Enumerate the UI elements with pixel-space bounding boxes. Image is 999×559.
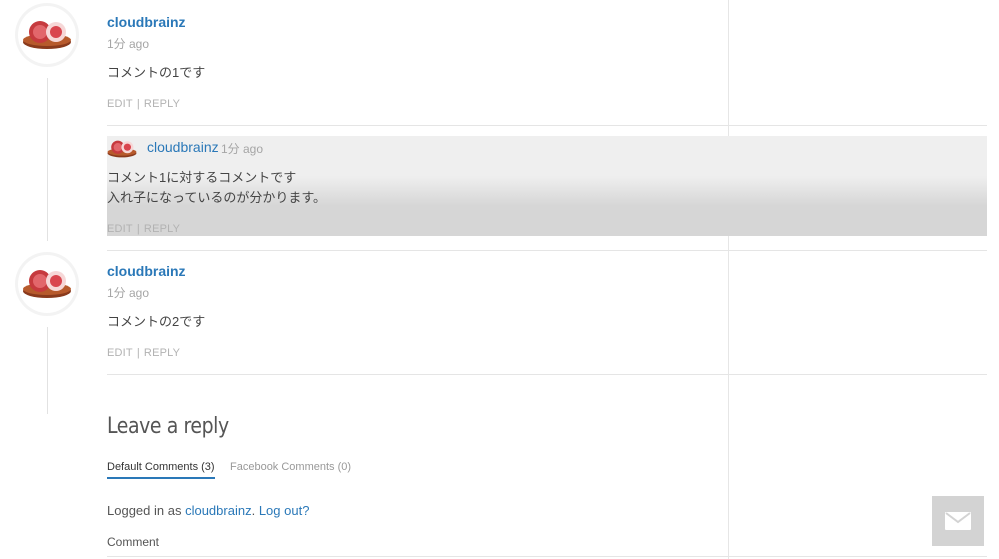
- tab-facebook-comments[interactable]: Facebook Comments (0): [230, 461, 351, 477]
- comment-text: コメントの1です: [107, 65, 206, 80]
- comment-field[interactable]: [107, 556, 987, 557]
- period: .: [251, 503, 256, 518]
- edit-link[interactable]: EDIT: [107, 223, 133, 235]
- logged-in-prefix: Logged in as: [107, 503, 182, 518]
- contact-button[interactable]: [932, 496, 984, 546]
- avatar: [18, 6, 76, 64]
- comment-actions: EDIT | REPLY: [107, 98, 180, 110]
- reply-link[interactable]: REPLY: [144, 223, 180, 235]
- comment-author-link[interactable]: cloudbrainz: [107, 263, 186, 279]
- strawberry-daifuku-icon: [107, 140, 137, 158]
- comment-author-link[interactable]: cloudbrainz: [107, 14, 186, 30]
- comment-time: 1分 ago: [107, 286, 150, 300]
- edit-link[interactable]: EDIT: [107, 347, 133, 359]
- column-divider: [728, 0, 729, 559]
- reply-link[interactable]: REPLY: [144, 347, 180, 359]
- comment-actions: EDIT | REPLY: [107, 347, 180, 359]
- comment-text: コメントの2です: [107, 314, 206, 329]
- avatar: [106, 136, 138, 162]
- comment-time: 1分 ago: [107, 37, 150, 51]
- envelope-icon: [945, 512, 971, 530]
- action-separator: |: [136, 98, 140, 110]
- tab-default-comments[interactable]: Default Comments (3): [107, 461, 215, 479]
- thread-line: [47, 78, 48, 241]
- action-separator: |: [136, 347, 140, 359]
- strawberry-daifuku-icon: [23, 270, 71, 298]
- reply-link[interactable]: REPLY: [144, 98, 180, 110]
- comment-text-line: コメント1に対するコメントです: [107, 170, 297, 185]
- comments-page: cloudbrainz 1分 ago コメントの1です EDIT | REPLY c…: [0, 0, 999, 559]
- action-separator: |: [136, 223, 140, 235]
- logged-in-user-link[interactable]: cloudbrainz: [185, 503, 252, 518]
- comment-text-line: 入れ子になっているのが分かります。: [107, 190, 327, 205]
- comment-field-label: Comment: [107, 535, 160, 549]
- comment-author-link[interactable]: cloudbrainz: [147, 139, 219, 155]
- comment-divider: [107, 374, 987, 375]
- avatar: [18, 255, 76, 313]
- comment-divider: [107, 125, 987, 126]
- thread-line: [47, 327, 48, 414]
- logged-in-status: Logged in as cloudbrainz. Log out?: [107, 503, 309, 518]
- comment-divider: [107, 250, 987, 251]
- reply-title: Leave a reply: [107, 414, 229, 439]
- edit-link[interactable]: EDIT: [107, 98, 133, 110]
- logout-link[interactable]: Log out?: [259, 503, 310, 518]
- comment-actions: EDIT | REPLY: [107, 223, 180, 235]
- comment-time: 1分 ago: [221, 142, 264, 156]
- strawberry-daifuku-icon: [23, 21, 71, 49]
